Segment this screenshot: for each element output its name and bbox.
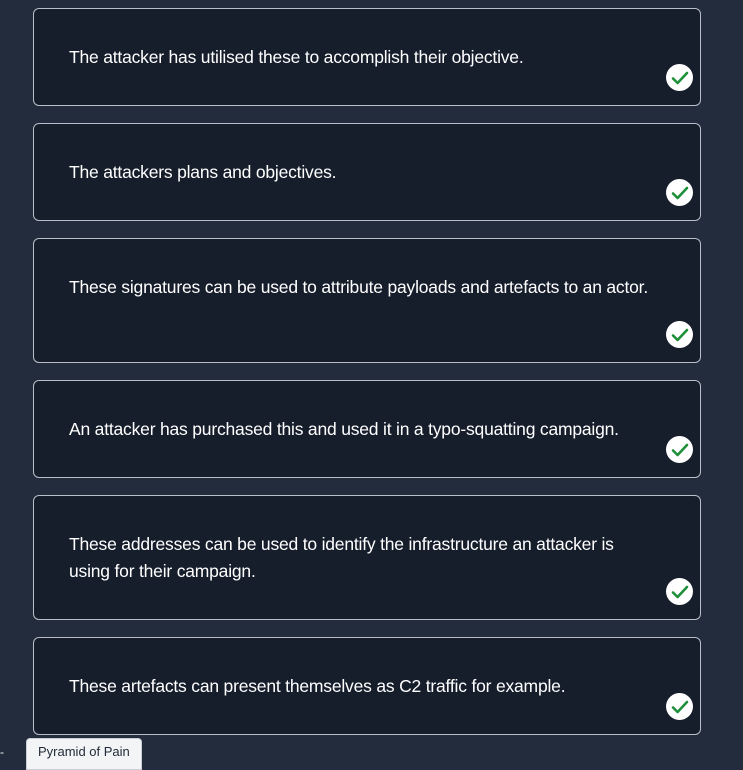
answer-card: The attackers plans and objectives. xyxy=(33,123,701,221)
answer-card: These artefacts can present themselves a… xyxy=(33,637,701,735)
answer-text: These signatures can be used to attribut… xyxy=(69,277,649,297)
answer-list: The attacker has utilised these to accom… xyxy=(33,8,701,752)
answer-text: The attackers plans and objectives. xyxy=(69,162,337,182)
check-circle-icon xyxy=(666,578,693,605)
tab-bar-marker: - xyxy=(0,745,4,759)
bottom-tab-bar: - Pyramid of Pain xyxy=(0,738,743,770)
check-circle-icon xyxy=(666,64,693,91)
check-circle-icon xyxy=(666,436,693,463)
check-circle-icon xyxy=(666,321,693,348)
answer-text: These addresses can be used to identify … xyxy=(69,534,614,581)
answer-text: The attacker has utilised these to accom… xyxy=(69,47,524,67)
answer-card: The attacker has utilised these to accom… xyxy=(33,8,701,106)
tab-pyramid-of-pain[interactable]: Pyramid of Pain xyxy=(26,738,142,770)
answer-text: These artefacts can present themselves a… xyxy=(69,676,566,696)
answer-card: These signatures can be used to attribut… xyxy=(33,238,701,363)
answer-card: These addresses can be used to identify … xyxy=(33,495,701,620)
answer-card: An attacker has purchased this and used … xyxy=(33,380,701,478)
check-circle-icon xyxy=(666,693,693,720)
answer-text: An attacker has purchased this and used … xyxy=(69,419,619,439)
check-circle-icon xyxy=(666,179,693,206)
